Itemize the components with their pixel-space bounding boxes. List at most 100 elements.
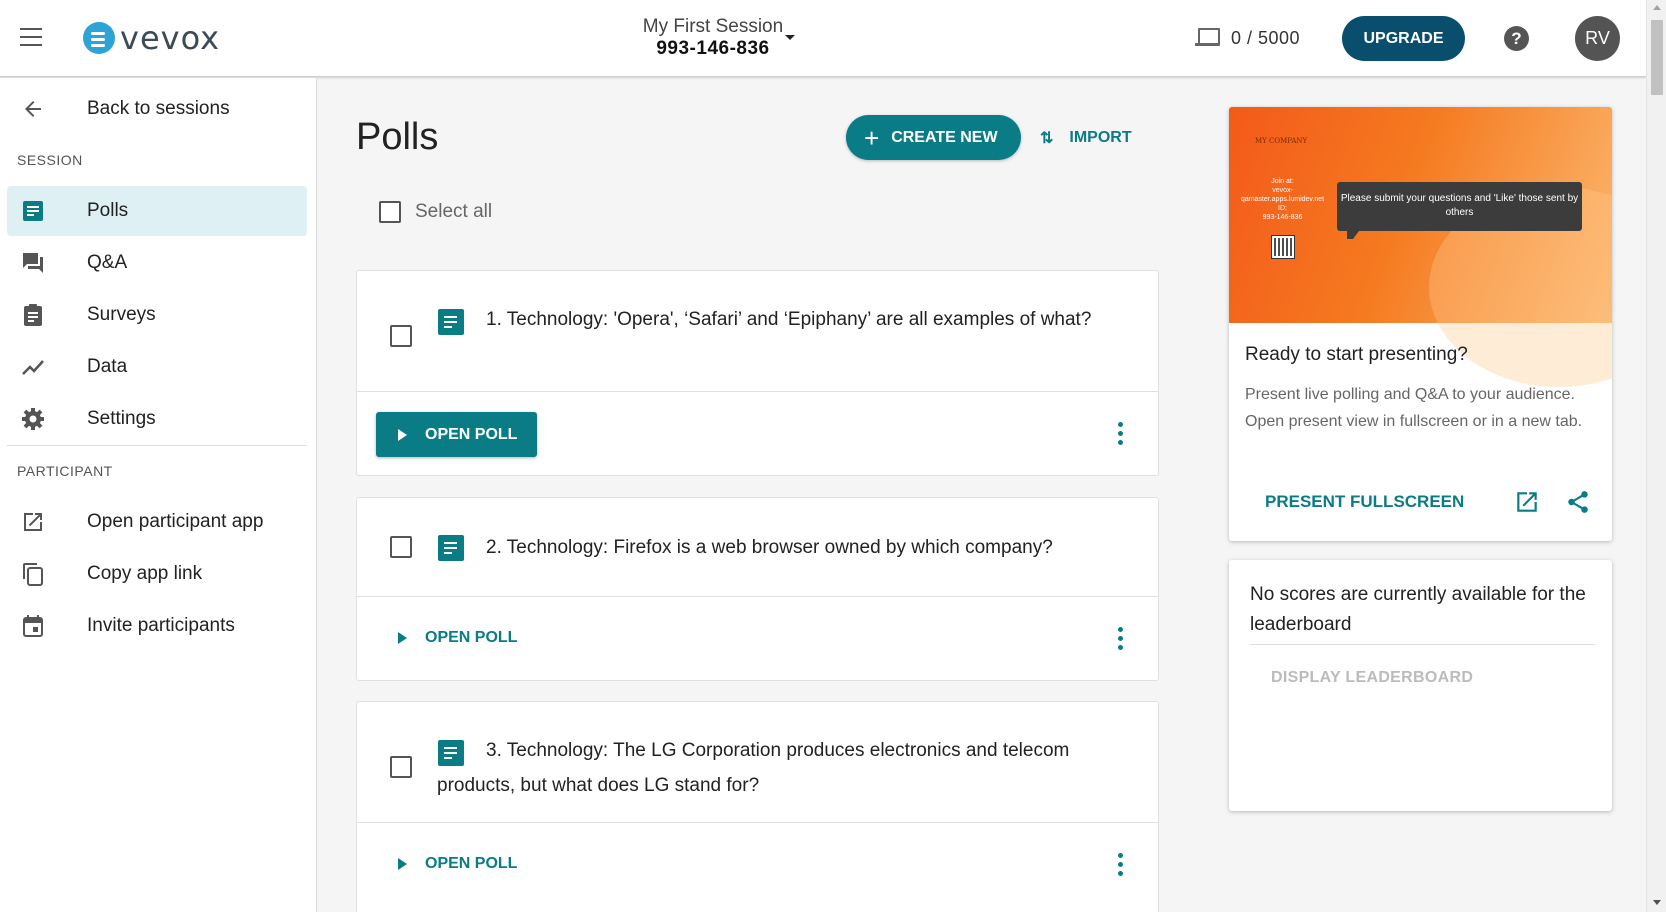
sidebar-item-label: Surveys <box>87 304 156 325</box>
poll-footer: OPEN POLL <box>357 392 1158 476</box>
devices-icon <box>1195 27 1225 49</box>
sidebar-item-copy-app-link[interactable]: Copy app link <box>7 549 307 599</box>
open-poll-label: OPEN POLL <box>425 425 518 443</box>
play-icon <box>398 428 407 441</box>
preview-id-label: ID: <box>1278 205 1287 212</box>
sidebar-item-label: Data <box>87 356 128 377</box>
vevox-logo[interactable]: vevox <box>83 19 221 57</box>
import-label: IMPORT <box>1069 129 1132 146</box>
sidebar-item-qa[interactable]: Q&A <box>7 238 307 288</box>
open-poll-button[interactable]: OPEN POLL <box>398 629 517 647</box>
top-bar: vevox My First Session 993-146-836 0 / 5… <box>0 0 1646 77</box>
arrow-back-icon <box>25 101 41 117</box>
open-poll-button[interactable]: OPEN POLL <box>376 412 537 457</box>
sidebar-item-surveys[interactable]: Surveys <box>7 290 307 340</box>
poll-question[interactable]: 2. Technology: Firefox is a web browser … <box>437 530 1127 565</box>
section-participant-label: PARTICIPANT <box>17 463 113 479</box>
scroll-thumb[interactable] <box>1651 20 1663 95</box>
present-fullscreen-button[interactable]: PRESENT FULLSCREEN <box>1265 492 1464 512</box>
sidebar-item-invite-participants[interactable]: Invite participants <box>7 601 307 651</box>
sidebar-item-label: Open participant app <box>87 511 264 532</box>
preview-message-bubble: Please submit your questions and 'Like' … <box>1337 182 1582 239</box>
caret-down-icon[interactable] <box>785 35 795 40</box>
sidebar-item-label: Settings <box>87 408 156 429</box>
session-id: 993-146-836 <box>656 38 770 59</box>
display-leaderboard-button[interactable]: DISPLAY LEADERBOARD <box>1271 669 1473 687</box>
ready-description: Present live polling and Q&A to your aud… <box>1245 386 1583 430</box>
open-new-tab-icon[interactable] <box>1514 489 1540 515</box>
leaderboard-message: No scores are currently available for th… <box>1250 580 1595 645</box>
sidebar-item-label: Q&A <box>87 252 128 273</box>
poll-card: 1. Technology: 'Opera', ‘Safari’ and ‘Ep… <box>356 270 1159 476</box>
poll-checkbox[interactable] <box>390 325 412 347</box>
sidebar-item-label: Polls <box>87 200 129 221</box>
sidebar-item-polls[interactable]: Polls <box>7 186 307 236</box>
sidebar-divider <box>7 445 307 446</box>
menu-icon[interactable] <box>20 28 42 46</box>
qa-icon <box>23 253 43 273</box>
preview-id: 993-146-836 <box>1262 214 1303 221</box>
poll-footer: OPEN POLL <box>357 597 1158 681</box>
back-label: Back to sessions <box>87 98 230 119</box>
surveys-icon <box>24 304 42 326</box>
poll-checkbox[interactable] <box>390 536 412 558</box>
qr-code-icon <box>1271 235 1295 259</box>
select-all-checkbox[interactable] <box>379 201 401 223</box>
select-all-label: Select all <box>415 201 493 222</box>
sidebar-item-label: Invite participants <box>87 615 235 636</box>
sidebar-item-open-participant-app[interactable]: Open participant app <box>7 497 307 547</box>
external-link-icon <box>24 513 42 531</box>
more-options-icon[interactable] <box>1114 853 1126 879</box>
play-icon <box>398 632 407 644</box>
poll-question[interactable]: 3. Technology: The LG Corporation produc… <box>437 733 1137 803</box>
create-new-button[interactable]: + CREATE NEW <box>846 115 1021 160</box>
session-name: My First Session <box>642 16 784 37</box>
copy-icon <box>23 563 43 586</box>
import-arrows-icon: ⇅ <box>1040 130 1054 147</box>
sidebar: Back to sessions SESSION Polls Q&A Surve… <box>0 78 317 912</box>
poll-header: 2. Technology: Firefox is a web browser … <box>357 498 1158 597</box>
page-scrollbar[interactable] <box>1646 0 1666 912</box>
leaderboard-card: No scores are currently available for th… <box>1229 560 1612 811</box>
preview-url: vevox-qamaster.apps.lumidev.net <box>1240 187 1325 203</box>
more-options-icon[interactable] <box>1114 627 1126 653</box>
session-selector[interactable]: My First Session 993-146-836 <box>623 16 803 60</box>
upgrade-button[interactable]: UPGRADE <box>1342 16 1465 61</box>
help-icon[interactable]: ? <box>1504 26 1529 51</box>
open-poll-button[interactable]: OPEN POLL <box>398 855 517 873</box>
poll-header: 3. Technology: The LG Corporation produc… <box>357 702 1158 823</box>
more-options-icon[interactable] <box>1114 422 1126 448</box>
logo-mark-icon <box>83 22 115 54</box>
preview-company-name: MY COMPANY <box>1255 137 1308 145</box>
poll-checkbox[interactable] <box>390 756 412 778</box>
select-all[interactable]: Select all <box>379 201 492 223</box>
open-poll-label: OPEN POLL <box>425 629 518 646</box>
gear-icon <box>22 408 44 430</box>
sidebar-item-data[interactable]: Data <box>7 342 307 392</box>
ready-title: Ready to start presenting? <box>1245 344 1468 365</box>
section-session-label: SESSION <box>17 152 83 168</box>
import-button[interactable]: ⇅ IMPORT <box>1040 126 1132 150</box>
back-to-sessions[interactable]: Back to sessions <box>7 84 307 134</box>
avatar[interactable]: RV <box>1575 16 1620 61</box>
device-count: 0 / 5000 <box>1231 27 1301 48</box>
poll-card: 3. Technology: The LG Corporation produc… <box>356 701 1159 912</box>
logo-text: vevox <box>120 19 221 57</box>
calendar-icon <box>23 615 43 637</box>
open-poll-label: OPEN POLL <box>425 855 518 872</box>
data-icon <box>22 360 44 375</box>
sidebar-item-settings[interactable]: Settings <box>7 394 307 444</box>
create-new-label: CREATE NEW <box>891 128 998 146</box>
page-title: Polls <box>356 116 439 158</box>
presentation-preview[interactable]: MY COMPANY Join at: vevox-qamaster.apps.… <box>1229 107 1612 387</box>
preview-join-label: Join at: <box>1271 178 1294 185</box>
share-icon[interactable] <box>1565 489 1591 515</box>
poll-card: 2. Technology: Firefox is a web browser … <box>356 497 1159 681</box>
play-icon <box>398 858 407 870</box>
poll-question[interactable]: 1. Technology: 'Opera', ‘Safari’ and ‘Ep… <box>437 302 1097 337</box>
present-card: MY COMPANY Join at: vevox-qamaster.apps.… <box>1229 107 1612 541</box>
scroll-down-arrow-icon[interactable] <box>1653 900 1661 905</box>
sidebar-item-label: Copy app link <box>87 563 203 584</box>
scroll-up-arrow-icon[interactable] <box>1653 5 1661 10</box>
polls-icon <box>23 201 43 221</box>
